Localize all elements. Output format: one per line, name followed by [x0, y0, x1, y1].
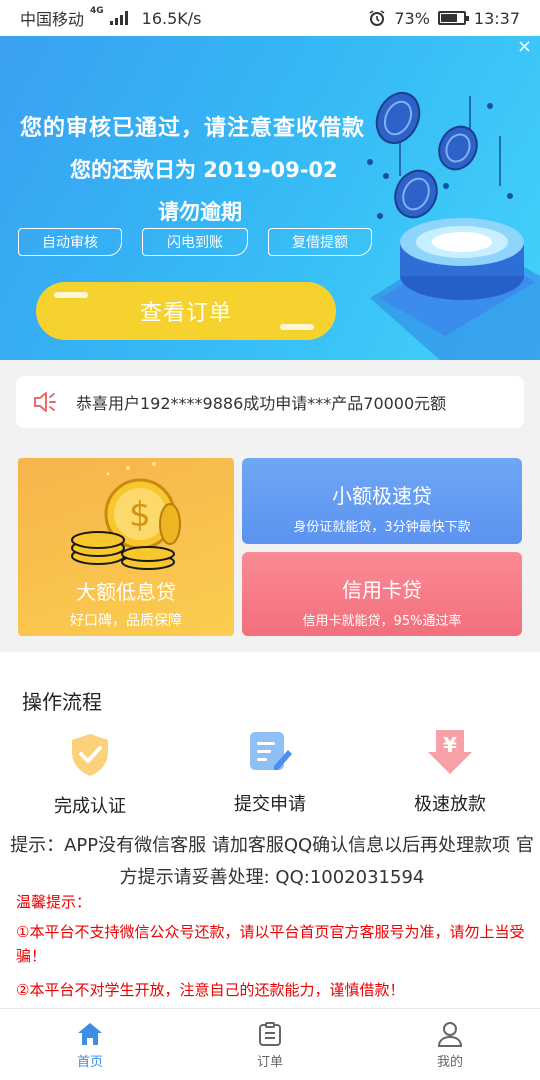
alarm-icon — [369, 10, 385, 26]
process-section: 操作流程 完成认证 提交申请 ¥ 极速放款 提示：APP没有微信客服 请加客服Q… — [0, 652, 540, 1008]
tag-fast-transfer: 闪电到账 — [142, 228, 248, 256]
notice-section: 恭喜用户192****9886成功申请***产品70000元额 — [0, 360, 540, 444]
approval-banner: × 您的审核已通过，请注意查收借款 您的还款日为 2019-09-02 请勿逾期… — [0, 36, 540, 360]
yuan-download-icon: ¥ — [428, 730, 472, 774]
shield-check-icon — [72, 734, 108, 776]
signal-icon — [109, 11, 128, 25]
tab-home-label: 首页 — [76, 1055, 103, 1070]
large-loan-subtitle: 好口碑，品质保障 — [70, 613, 182, 629]
small-loan-card[interactable]: 小额极速贷 身份证就能贷，3分钟最快下款 — [242, 458, 522, 544]
order-list-icon — [259, 1022, 281, 1046]
step-verify-label: 完成认证 — [54, 796, 126, 817]
warm-tips: 温馨提示： ①本平台不支持微信公众号还款，请以平台首页官方客服号为准，请勿上当受… — [16, 890, 526, 1002]
step-disburse-label: 极速放款 — [414, 794, 486, 815]
bottom-tab-bar: 首页 订单 我的 — [0, 1008, 540, 1080]
notice-bar[interactable]: 恭喜用户192****9886成功申请***产品70000元额 — [16, 376, 524, 428]
large-loan-card[interactable]: $ 大额低息贷 好口碑，品质保障 — [18, 458, 234, 636]
tab-orders-label: 订单 — [256, 1055, 283, 1070]
tag-auto-review: 自动审核 — [18, 228, 122, 256]
repayment-date: 您的还款日为 2019-09-02 — [70, 158, 338, 182]
view-order-button[interactable]: 查看订单 — [36, 282, 336, 340]
tab-orders[interactable]: 订单 — [180, 1009, 360, 1080]
warm-tip-1: ①本平台不支持微信公众号还款，请以平台首页官方客服号为准，请勿上当受骗！ — [16, 923, 525, 965]
home-icon — [78, 1023, 102, 1045]
large-loan-title: 大额低息贷 — [76, 580, 176, 604]
step-submit-label: 提交申请 — [234, 794, 306, 815]
small-loan-title: 小额极速贷 — [332, 484, 432, 508]
clock: 13:37 — [473, 8, 520, 28]
tab-home[interactable]: 首页 — [0, 1009, 180, 1080]
process-title: 操作流程 — [22, 690, 102, 714]
credit-card-loan-card[interactable]: 信用卡贷 信用卡就能贷，95%通过率 — [242, 552, 522, 636]
step-verify: 完成认证 — [20, 730, 160, 818]
product-cards: $ 大额低息贷 好口碑，品质保障 小额极速贷 身份证就能贷，3分钟最快下款 信用… — [0, 444, 540, 652]
battery-icon — [437, 11, 469, 25]
overdue-warning: 请勿逾期 — [158, 200, 242, 224]
small-loan-subtitle: 身份证就能贷，3分钟最快下款 — [293, 520, 471, 535]
approval-message: 您的审核已通过，请注意查收借款 — [20, 116, 366, 141]
network-speed: 16.5K/s — [141, 8, 202, 28]
speaker-icon — [34, 392, 56, 412]
tab-mine[interactable]: 我的 — [360, 1009, 540, 1080]
customer-service-tip: 提示：APP没有微信客服 请加客服QQ确认信息以后再处理款项 官方提示请妥善处理… — [10, 835, 534, 888]
notice-text: 恭喜用户192****9886成功申请***产品70000元额 — [76, 394, 447, 413]
coin-platform-illustration — [367, 91, 540, 360]
form-pen-icon — [250, 732, 292, 770]
battery-percent: 73% — [394, 8, 430, 28]
network-type: 4G — [90, 6, 104, 16]
status-bar: 中国移动 4G 16.5K/s 73% 13:37 — [0, 0, 540, 36]
svg-text:$: $ — [129, 495, 151, 535]
warm-tips-title: 温馨提示： — [16, 893, 92, 911]
svg-text:¥: ¥ — [443, 733, 457, 757]
user-icon — [437, 1022, 463, 1047]
step-disburse: ¥ 极速放款 — [380, 728, 520, 816]
gold-coins-icon: $ — [71, 462, 181, 570]
step-submit: 提交申请 — [200, 728, 340, 816]
warm-tip-2: ②本平台不对学生开放，注意自己的还款能力，谨慎借款！ — [16, 981, 405, 999]
carrier-label: 中国移动 — [20, 10, 85, 29]
tab-mine-label: 我的 — [436, 1055, 463, 1070]
credit-card-loan-title: 信用卡贷 — [342, 578, 422, 602]
credit-card-loan-subtitle: 信用卡就能贷，95%通过率 — [302, 614, 462, 629]
